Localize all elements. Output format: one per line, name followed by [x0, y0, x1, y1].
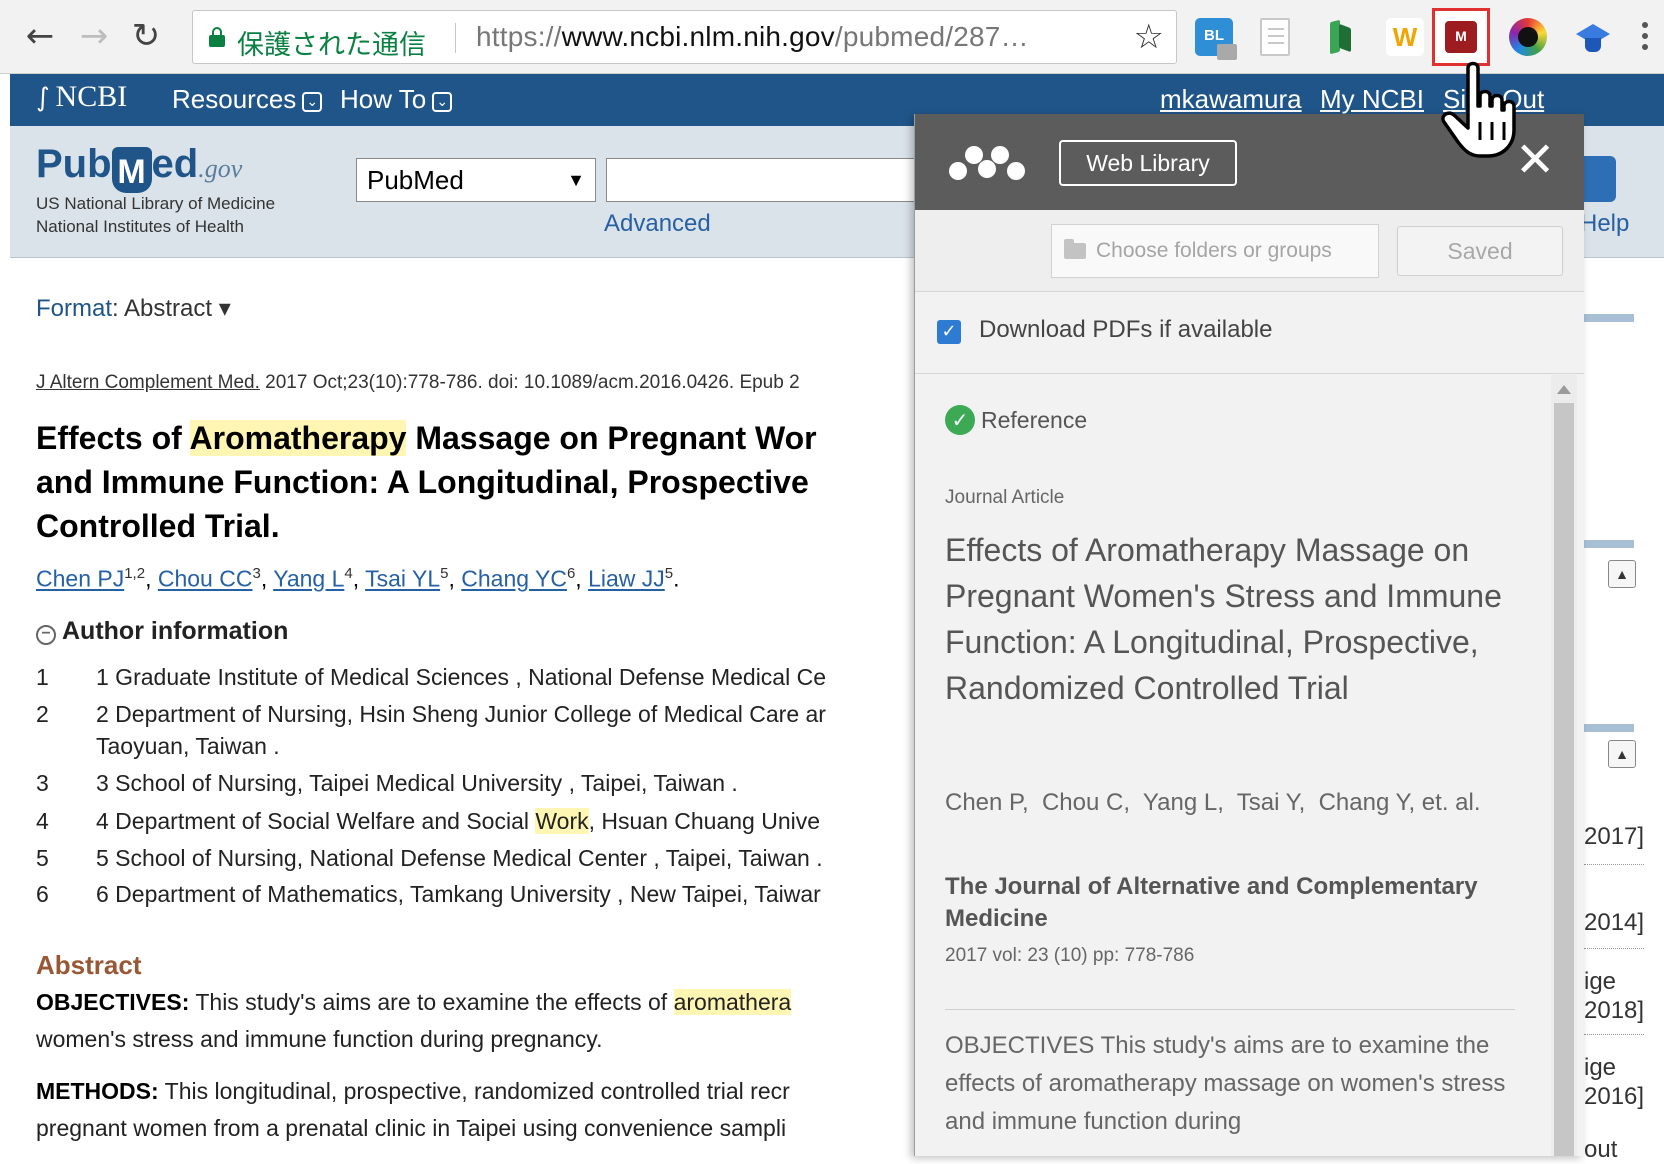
document-extension-icon[interactable] — [1260, 18, 1290, 56]
abstract-methods-cont: pregnant women from a prenatal clinic in… — [36, 1115, 787, 1141]
browser-menu-icon[interactable] — [1642, 22, 1650, 55]
citation: J Altern Complement Med. 2017 Oct;23(10)… — [36, 372, 800, 393]
advanced-search-link[interactable]: Advanced — [604, 210, 711, 238]
web-library-button[interactable]: Web Library — [1059, 140, 1237, 186]
similar-article-date: 2014] — [1584, 909, 1645, 936]
abstract-methods: METHODS: This longitudinal, prospective,… — [36, 1078, 790, 1104]
affiliation-item: 33 School of Nursing, Taipei Medical Uni… — [36, 770, 738, 796]
see-all-link[interactable]: out — [1584, 1136, 1617, 1164]
folder-icon — [1064, 239, 1086, 259]
url-text[interactable]: https://www.ncbi.nlm.nih.gov/pubmed/287… — [476, 21, 1029, 53]
reference-divider — [945, 1009, 1515, 1010]
author-link[interactable]: Chang YC — [461, 566, 567, 592]
collapse-up-icon[interactable]: ▲ — [1608, 560, 1636, 588]
nih-label: National Institutes of Health — [36, 217, 244, 236]
collapse-icon: − — [36, 625, 56, 645]
chevron-down-icon: ⌄ — [432, 92, 453, 112]
mendeley-popup: Web Library ✕ Choose folders or groups S… — [914, 114, 1584, 1156]
affiliation-item: 44 Department of Social Welfare and Soci… — [36, 808, 821, 834]
reference-journal: The Journal of Alternative and Complemen… — [945, 873, 1478, 932]
author-link[interactable]: Yang L — [273, 566, 344, 592]
collapse-up-icon[interactable]: ▲ — [1608, 740, 1636, 768]
author-link[interactable]: Chen PJ — [36, 566, 124, 592]
reference-panel: ✓ Reference Journal Article Effects of A… — [915, 375, 1584, 1156]
color-wheel-extension-icon[interactable] — [1509, 18, 1547, 56]
reference-type: Journal Article — [945, 487, 1065, 508]
format-selector[interactable]: Format: Abstract ▾ — [36, 294, 231, 323]
download-pdf-label[interactable]: Download PDFs if available — [979, 316, 1272, 344]
ncbi-helix-icon: ∫ — [36, 83, 50, 113]
reference-title: Effects of Aromatherapy Massage on Pregn… — [945, 532, 1502, 706]
reference-abstract: OBJECTIVES This study's aims are to exam… — [945, 1032, 1506, 1135]
similar-article-text: ige — [1584, 1054, 1617, 1081]
abstract-objectives: OBJECTIVES: This study's aims are to exa… — [36, 989, 792, 1015]
affiliation-item: 11 Graduate Institute of Medical Science… — [36, 664, 826, 690]
abstract-objectives-cont: women's stress and immune function durin… — [36, 1026, 603, 1052]
resources-menu[interactable]: Resources ⌄ — [172, 84, 323, 115]
bookmark-star-icon[interactable]: ☆ — [1134, 17, 1164, 57]
sidebar-divider — [1584, 1034, 1644, 1035]
hand-pointer-cursor-icon — [1441, 61, 1516, 158]
affiliation-item: 66 Department of Mathematics, Tamkang Un… — [36, 881, 821, 907]
graduation-cap-extension-icon[interactable] — [1574, 18, 1612, 56]
lock-icon — [209, 27, 225, 47]
reference-authors: Chen P, Chou C, Yang L, Tsai Y, Chang Y,… — [945, 789, 1481, 816]
similar-article-date: 2016] — [1584, 1083, 1645, 1110]
save-row: Choose folders or groups Saved — [915, 210, 1584, 292]
nlm-label: US National Library of Medicine — [36, 194, 276, 213]
secure-label: 保護された通信 — [237, 30, 426, 61]
mendeley-extension-icon[interactable]: M — [1445, 21, 1477, 53]
scroll-up-arrow-icon[interactable] — [1557, 385, 1571, 394]
popup-scrollbar[interactable] — [1551, 375, 1577, 1156]
database-select[interactable]: PubMed ▼ — [356, 158, 596, 202]
back-icon[interactable]: ← — [20, 16, 60, 56]
journal-link[interactable]: J Altern Complement Med. — [36, 372, 260, 393]
folder-select[interactable]: Choose folders or groups — [1051, 224, 1379, 278]
mendeley-extension-highlight: M — [1432, 8, 1490, 66]
article-title: Effects of Aromatherapy Massage on Pregn… — [36, 420, 817, 544]
w-extension-icon[interactable]: W — [1386, 18, 1424, 56]
dropdown-arrow-icon: ▼ — [567, 170, 585, 190]
author-link[interactable]: Chou CC — [158, 566, 253, 592]
similar-article-text: ige — [1584, 968, 1617, 995]
browser-toolbar: ← → ↻ 保護された通信 https://www.ncbi.nlm.nih.g… — [0, 0, 1664, 74]
reload-icon[interactable]: ↻ — [126, 16, 166, 56]
affiliation-item: 55 School of Nursing, National Defense M… — [36, 845, 823, 871]
author-link[interactable]: Liaw JJ — [588, 566, 665, 592]
sidebar-divider — [1584, 864, 1644, 865]
reference-volume: 2017 vol: 23 (10) pp: 778-786 — [945, 945, 1195, 966]
ncbi-logo[interactable]: ∫ NCBI — [36, 80, 127, 114]
check-circle-icon: ✓ — [945, 405, 975, 435]
sidebar-divider — [1584, 948, 1644, 949]
mendeley-logo-icon — [945, 138, 1029, 186]
chevron-down-icon: ⌄ — [302, 92, 323, 112]
author-list: Chen PJ1,2, Chou CC3, Yang L4, Tsai YL5,… — [36, 565, 680, 592]
pubmed-logo[interactable]: Pub Med.gov — [36, 142, 242, 193]
user-link[interactable]: mkawamura — [1160, 84, 1302, 115]
similar-article-date: 2018] — [1584, 997, 1645, 1024]
my-ncbi-link[interactable]: My NCBI — [1320, 84, 1424, 115]
download-pdf-checkbox[interactable]: ✓ — [937, 320, 961, 344]
howto-menu[interactable]: How To ⌄ — [340, 84, 453, 115]
author-link[interactable]: Tsai YL — [365, 566, 440, 592]
caret-down-icon: ▾ — [218, 295, 231, 322]
affiliation-item: 22 Department of Nursing, Hsin Sheng Jun… — [36, 701, 826, 727]
omnibox-divider — [455, 23, 456, 53]
affiliation-continuation: Taoyuan, Taiwan . — [96, 733, 280, 759]
abstract-heading: Abstract — [36, 950, 142, 980]
author-information-toggle[interactable]: − Author information — [36, 617, 288, 646]
reference-label: Reference — [981, 407, 1088, 433]
download-pdf-row: ✓ Download PDFs if available — [915, 292, 1584, 374]
forward-icon[interactable]: → — [74, 16, 114, 56]
green-book-extension-icon[interactable] — [1322, 18, 1360, 56]
search-input[interactable] — [606, 158, 936, 202]
similar-article-date: 2017] — [1584, 823, 1645, 850]
scrollbar-thumb[interactable] — [1554, 403, 1574, 1156]
help-link[interactable]: Help — [1580, 210, 1629, 238]
bl-extension-icon[interactable]: BL — [1195, 18, 1237, 60]
address-bar[interactable]: 保護された通信 https://www.ncbi.nlm.nih.gov/pub… — [192, 10, 1177, 64]
saved-button[interactable]: Saved — [1397, 226, 1563, 276]
